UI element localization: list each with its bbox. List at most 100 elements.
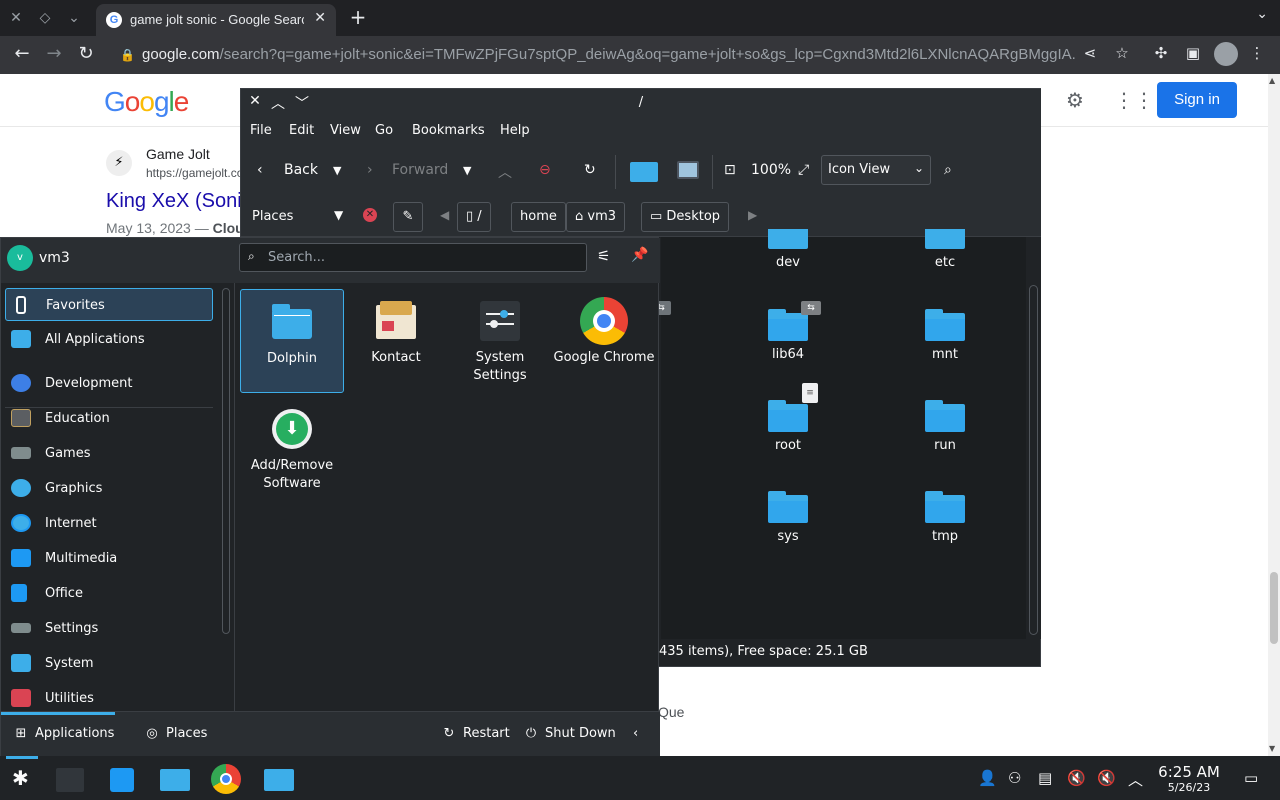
- stop-icon[interactable]: ⊖: [539, 162, 551, 178]
- taskbar-system-settings[interactable]: [50, 760, 90, 798]
- category-multimedia[interactable]: Multimedia: [5, 542, 213, 575]
- category-games[interactable]: Games: [5, 437, 213, 470]
- category-all-applications[interactable]: All Applications: [5, 323, 213, 356]
- category-development[interactable]: Development: [5, 367, 213, 400]
- home-folder-button[interactable]: [627, 158, 661, 186]
- new-tab-icon[interactable]: +: [346, 6, 370, 28]
- breadcrumb-vm3[interactable]: ⌂ vm3: [566, 202, 626, 232]
- page-scrollbar[interactable]: ▲ ▼: [1268, 74, 1280, 756]
- app-system-settings[interactable]: System Settings: [448, 289, 552, 393]
- application-launcher-button[interactable]: ✱: [2, 756, 42, 798]
- settings-gear-icon[interactable]: ⚙: [1066, 88, 1084, 112]
- diamond-icon[interactable]: ◇: [33, 6, 57, 30]
- window-close-icon[interactable]: ✕: [244, 93, 266, 109]
- extensions-icon[interactable]: ✣: [1150, 44, 1172, 62]
- window-maximize-icon[interactable]: ︿: [267, 93, 289, 113]
- bookmark-star-icon[interactable]: ☆: [1111, 44, 1133, 62]
- folder-dev[interactable]: dev: [743, 229, 833, 270]
- category-education[interactable]: Education: [5, 402, 213, 435]
- tab-applications[interactable]: ⊞ Applications: [13, 726, 115, 741]
- taskbar-discover[interactable]: [102, 760, 142, 798]
- launcher-search-input[interactable]: ⌕ Search...: [239, 243, 587, 272]
- view-mode-select[interactable]: Icon View ⌄: [821, 155, 931, 185]
- google-logo[interactable]: Google: [104, 86, 189, 118]
- folder-etc[interactable]: etc: [900, 229, 990, 270]
- folder-tmp[interactable]: tmp: [900, 491, 990, 544]
- zoom-level[interactable]: 100%: [751, 162, 791, 178]
- tab-search-chevron-icon[interactable]: ⌄: [1256, 6, 1268, 22]
- forward-arrow-icon[interactable]: →: [42, 43, 66, 64]
- result-title-link[interactable]: King XeX (Sonic: [106, 190, 240, 213]
- reload-icon[interactable]: ↻: [74, 43, 98, 64]
- shutdown-button[interactable]: ⏻ Shut Down: [523, 726, 616, 741]
- zoom-expand-icon[interactable]: ⤢: [798, 162, 809, 178]
- breadcrumb-root[interactable]: ▯ /: [457, 202, 491, 232]
- audio-muted-icon[interactable]: 🔇: [1097, 769, 1116, 787]
- scrollbar-thumb[interactable]: [1029, 285, 1038, 635]
- category-internet[interactable]: Internet: [5, 507, 213, 540]
- folder-lib64[interactable]: lib64: [743, 309, 833, 362]
- forward-chevron-icon[interactable]: ›: [367, 162, 373, 178]
- scroll-up-arrow-icon[interactable]: ▲: [1269, 76, 1275, 85]
- address-bar[interactable]: 🔒 google.com/search?q=game+jolt+sonic&ei…: [112, 40, 1076, 70]
- folder-mnt[interactable]: mnt: [900, 309, 990, 362]
- category-office[interactable]: Office: [5, 577, 213, 610]
- user-avatar[interactable]: v: [7, 245, 33, 271]
- audio-muted-icon[interactable]: 🔇: [1067, 769, 1086, 787]
- menu-edit[interactable]: Edit: [289, 123, 314, 138]
- back-chevron-icon[interactable]: ‹: [257, 162, 263, 178]
- clipboard-icon[interactable]: ▤: [1038, 769, 1052, 787]
- close-icon[interactable]: ✕: [4, 6, 28, 30]
- breadcrumb-desktop[interactable]: ▭ Desktop: [641, 202, 730, 232]
- category-system[interactable]: System: [5, 647, 213, 680]
- taskbar-dolphin[interactable]: [154, 760, 194, 798]
- breadcrumb-right-arrow-icon[interactable]: ▶: [748, 208, 757, 222]
- menu-help[interactable]: Help: [500, 123, 530, 138]
- reload-icon[interactable]: ↻: [584, 162, 596, 178]
- folder-root[interactable]: root: [743, 400, 833, 453]
- breadcrumb-left-arrow-icon[interactable]: ◀: [440, 208, 449, 222]
- user-icon[interactable]: 👤: [978, 769, 997, 787]
- window-minimize-icon[interactable]: ﹀: [291, 93, 313, 113]
- configure-sliders-icon[interactable]: ⚟: [597, 247, 610, 265]
- breadcrumb-home[interactable]: home: [511, 202, 566, 232]
- back-button[interactable]: Back: [284, 162, 318, 178]
- app-google-chrome[interactable]: Google Chrome: [552, 289, 656, 393]
- category-graphics[interactable]: Graphics: [5, 472, 213, 505]
- menu-view[interactable]: View: [330, 123, 361, 138]
- app-kontact[interactable]: Kontact: [344, 289, 448, 393]
- desktop-icon[interactable]: [677, 161, 699, 179]
- restart-button[interactable]: ↻ Restart: [441, 726, 510, 741]
- search-icon[interactable]: ⌕: [944, 162, 952, 178]
- show-hidden-icons-chevron-icon[interactable]: ︿: [1128, 769, 1143, 790]
- menu-file[interactable]: File: [250, 123, 272, 138]
- scrollbar-thumb[interactable]: [1270, 572, 1278, 644]
- profile-avatar-icon[interactable]: [1214, 42, 1238, 66]
- edit-location-pencil-icon[interactable]: ✎: [393, 202, 423, 232]
- browser-tab[interactable]: G game jolt sonic - Google Search ✕: [96, 4, 336, 36]
- app-add-remove-software[interactable]: ⬇ Add/Remove Software: [240, 397, 344, 501]
- tab-close-icon[interactable]: ✕: [314, 10, 326, 26]
- chevron-down-icon[interactable]: ⌄: [62, 6, 86, 30]
- up-arrow-icon[interactable]: ︿: [498, 162, 512, 182]
- more-power-options-icon[interactable]: ‹: [633, 726, 638, 741]
- category-favorites[interactable]: Favorites: [5, 288, 213, 321]
- category-settings[interactable]: Settings: [5, 612, 213, 645]
- places-label[interactable]: Places: [252, 209, 293, 224]
- result-url[interactable]: https://gamejolt.com: [146, 166, 240, 180]
- folder-sys[interactable]: sys: [743, 491, 833, 544]
- forward-history-caret-icon[interactable]: ▼: [463, 164, 471, 177]
- show-desktop-icon[interactable]: ▭: [1244, 769, 1258, 787]
- pin-icon[interactable]: 📌: [631, 247, 648, 263]
- menu-go[interactable]: Go: [375, 123, 393, 138]
- back-history-caret-icon[interactable]: ▼: [333, 164, 341, 177]
- file-view-scrollbar[interactable]: [1026, 237, 1041, 639]
- places-caret-icon[interactable]: ▼: [334, 208, 343, 222]
- close-panel-icon[interactable]: ✕: [363, 208, 377, 222]
- tab-places[interactable]: ◎ Places: [144, 726, 207, 741]
- share-icon[interactable]: ⋖: [1079, 44, 1101, 62]
- google-apps-grid-icon[interactable]: ⋮⋮: [1114, 88, 1154, 112]
- zoom-fit-icon[interactable]: ⊡: [724, 162, 736, 178]
- user-switch-icon[interactable]: ⚇: [1008, 769, 1021, 787]
- app-dolphin[interactable]: Dolphin: [240, 289, 344, 393]
